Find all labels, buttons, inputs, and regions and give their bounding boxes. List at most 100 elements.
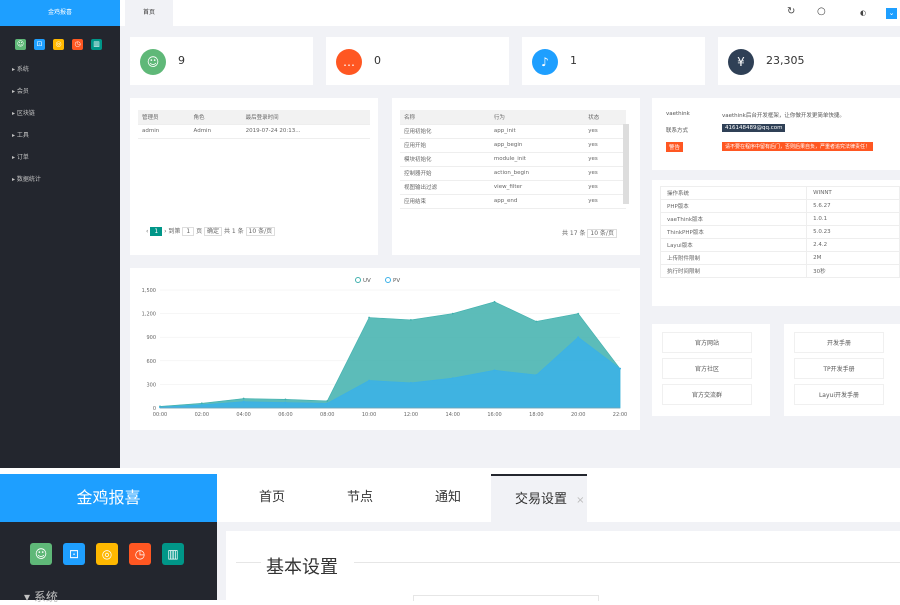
link-official-site[interactable]: 官方网站 (662, 332, 752, 353)
sidebar-item-system[interactable]: ▸ 系统 (12, 64, 29, 73)
scrollbar[interactable] (623, 124, 629, 204)
page-input[interactable]: 1 (182, 227, 195, 236)
sidebar-item-stats[interactable]: ▸ 数据统计 (12, 174, 41, 183)
x-tick-label: 10:00 (362, 412, 376, 418)
tab-home[interactable]: 首页 (125, 0, 173, 26)
close-icon[interactable]: × (576, 495, 584, 506)
data-point (200, 403, 203, 406)
stat-card-amount: ¥ 23,305 (718, 37, 900, 85)
x-tick-label: 04:00 (236, 412, 250, 418)
table-row: 视图输出过滤 view_filter yes (400, 180, 626, 195)
link-qq-group[interactable]: 官方交流群 (662, 384, 752, 405)
data-point (284, 398, 287, 401)
user-avatar-icon[interactable]: ◐ (860, 9, 866, 17)
table-row: 上传附件限制 2M (659, 251, 900, 265)
lock-icon[interactable]: ⊡ (34, 39, 45, 50)
settings-pane: 基本设置 (226, 531, 900, 601)
sidebar-item-system[interactable]: ▾ 系统 (24, 588, 58, 605)
sidebar-item-member[interactable]: ▸ 会员 (12, 86, 29, 95)
lock-icon[interactable]: ⊡ (63, 543, 85, 565)
next-page-icon[interactable]: › (164, 228, 166, 235)
hooks-table: 名称 行为 状态 应用初始化 app_init yes 应用开始 app_begin y… (400, 110, 626, 209)
header: ↻ ○ ◐ ⌄ (120, 0, 900, 26)
globe-icon[interactable]: ◎ (53, 39, 64, 50)
table-row: 执行时间限制 30秒 (659, 264, 900, 278)
globe-icon[interactable]: ◎ (96, 543, 118, 565)
link-tp-manual[interactable]: TP开发手册 (794, 358, 884, 379)
y-tick-label: 1,200 (142, 312, 156, 318)
y-tick-label: 900 (146, 335, 156, 341)
hooks-pager: 共 17 条 10 条/页 (562, 228, 617, 238)
prev-page-icon[interactable]: ‹ (146, 228, 148, 235)
table-row: 应用结束 app_end yes (400, 194, 626, 209)
tab-trade-settings[interactable]: 交易设置 × (491, 474, 587, 522)
x-tick-label: 16:00 (487, 412, 501, 418)
manual-links-card: 开发手册 TP开发手册 Layui开发手册 (784, 324, 900, 416)
sidebar: 金鸡报喜 ☺ ⊡ ◎ ◷ ▥ ▾ 系统 (0, 474, 217, 604)
sidebar-item-orders[interactable]: ▸ 订单 (12, 152, 29, 161)
trash-icon[interactable]: ▥ (162, 543, 184, 565)
col-header: 行为 (489, 110, 585, 125)
col-header: 角色 (189, 110, 242, 125)
tab-home[interactable]: 首页 (259, 474, 285, 522)
menu-toggle-icon[interactable]: ⌄ (886, 8, 897, 19)
clock-icon[interactable]: ◷ (72, 39, 83, 50)
logo[interactable]: 金鸡报喜 (0, 0, 120, 26)
x-tick-label: 18:00 (529, 412, 543, 418)
x-tick-label: 14:00 (446, 412, 460, 418)
sidebar-item-blockchain[interactable]: ▸ 区块链 (12, 108, 35, 117)
x-tick-label: 12:00 (404, 412, 418, 418)
sidebar-item-tools[interactable]: ▸ 工具 (12, 130, 29, 139)
data-point (451, 377, 454, 380)
data-point (410, 318, 412, 321)
data-point (577, 312, 580, 315)
col-header: 名称 (400, 110, 490, 125)
admin-login-card: 管理员 角色 最后登录时间 admin Admin 2019-07-24 20:… (130, 98, 378, 255)
data-point (200, 402, 203, 405)
x-tick-label: 08:00 (320, 412, 334, 418)
tab-notices[interactable]: 通知 (435, 474, 461, 522)
link-layui-manual[interactable]: Layui开发手册 (794, 384, 884, 405)
data-point (577, 336, 580, 339)
legend-marker (355, 277, 361, 283)
clock-icon[interactable]: ◷ (129, 543, 151, 565)
y-tick-label: 300 (146, 382, 156, 388)
tab-nodes[interactable]: 节点 (347, 474, 373, 522)
page-button[interactable]: 1 (150, 227, 163, 236)
link-dev-manual[interactable]: 开发手册 (794, 332, 884, 353)
col-header: 最后登录时间 (241, 110, 370, 125)
user-icon[interactable]: ☺ (15, 39, 26, 50)
notice-icon[interactable]: ○ (817, 6, 826, 17)
trash-icon[interactable]: ▥ (91, 39, 102, 50)
table-row: Layui版本 2.4.2 (659, 238, 900, 252)
per-page-select[interactable]: 10 条/页 (245, 227, 276, 236)
setting-input[interactable] (413, 595, 599, 601)
system-info-card: 操作系统 WINNT PHP版本 5.6.27 vaeThink版本 1.0.1 Th… (652, 180, 900, 306)
stat-value: 1 (570, 54, 577, 67)
stat-card-users: ☺ 9 (130, 37, 313, 85)
data-point (535, 320, 538, 323)
logo[interactable]: 金鸡报喜 (0, 474, 217, 522)
per-page-select[interactable]: 10 条/页 (587, 229, 617, 238)
warning-text: 请不要在程序中留有后门，否则后果自负，严重者追究法律责任！ (722, 142, 874, 151)
table-row: ThinkPHP版本 5.0.23 (659, 225, 900, 239)
refresh-icon[interactable]: ↻ (787, 6, 795, 17)
user-icon[interactable]: ☺ (30, 543, 52, 565)
data-point (493, 300, 496, 303)
chat-icon: … (336, 49, 362, 75)
legend-label: PV (393, 278, 400, 284)
contact-badge: 416148489@qq.com (722, 124, 786, 132)
table-row: 控制器开始 action_begin yes (400, 166, 626, 181)
hooks-card: 名称 行为 状态 应用初始化 app_init yes 应用开始 app_begin y… (392, 98, 640, 255)
legend-marker (385, 277, 391, 283)
link-community[interactable]: 官方社区 (662, 358, 752, 379)
info-card: vaethink vaethink后台开发框架，让你做开发更简单快捷。 联系方式… (652, 98, 900, 170)
y-tick-label: 600 (146, 359, 156, 365)
confirm-button[interactable]: 确定 (204, 227, 223, 236)
stat-card-notices: ♪ 1 (522, 37, 705, 85)
stat-value: 9 (178, 54, 185, 67)
admin-table: 管理员 角色 最后登录时间 admin Admin 2019-07-24 20:… (138, 110, 370, 139)
table-row: 模块初始化 module_init yes (400, 152, 626, 167)
table-row: 应用开始 app_begin yes (400, 138, 626, 153)
traffic-chart-card: 0 300 600 900 1,200 1,500 00:00 02:00 04:00 06:00… (130, 268, 640, 430)
